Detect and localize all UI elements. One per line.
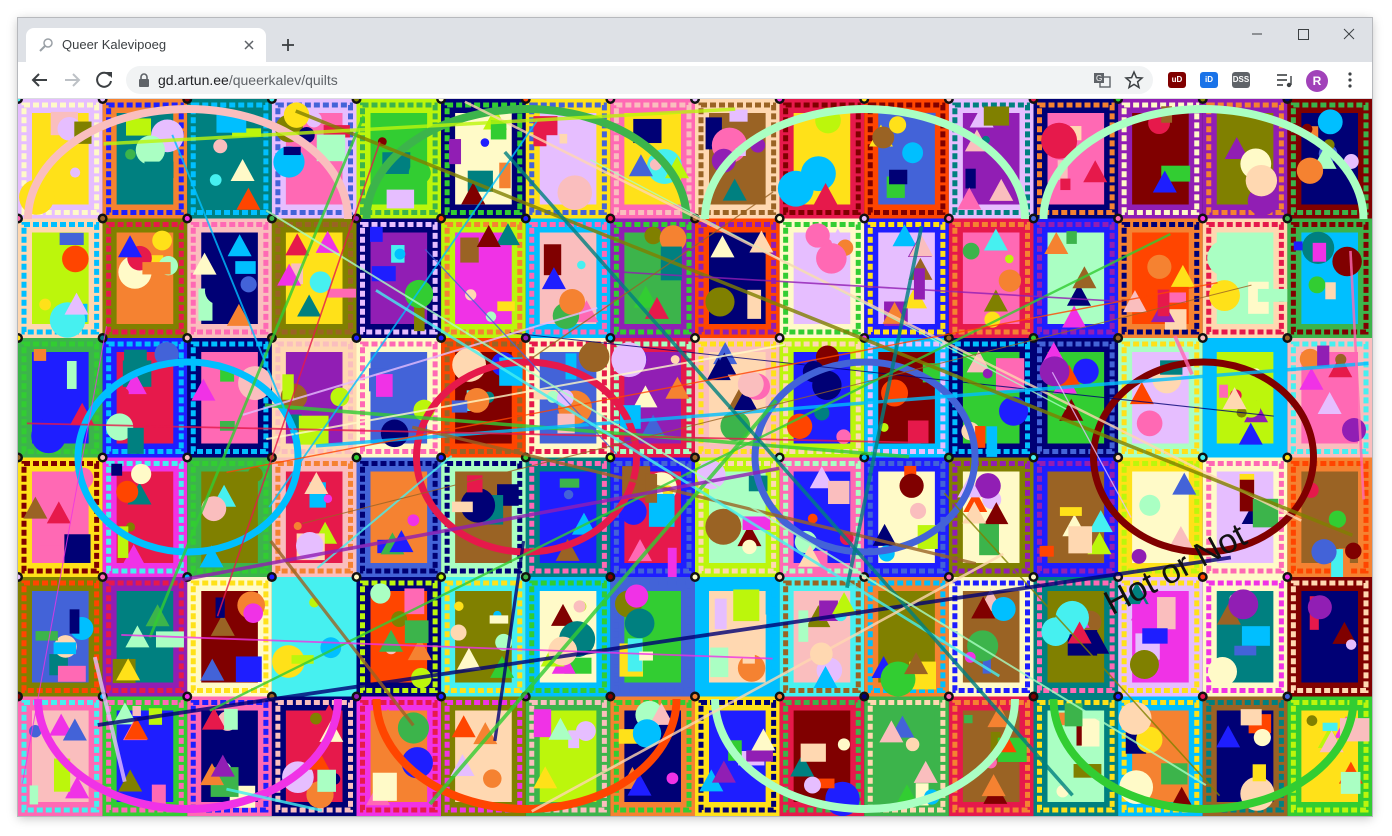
arrow-right-icon	[65, 73, 81, 87]
arrow-left-icon	[31, 73, 47, 87]
kebab-menu-icon	[1348, 72, 1352, 88]
svg-text:G: G	[1096, 74, 1102, 83]
media-queue-icon[interactable]	[1274, 70, 1294, 90]
browser-window: Queer Kalevipoeg gd.artun.ee/queerkalev/…	[18, 18, 1372, 816]
toolbar: gd.artun.ee/queerkalev/quilts G uD iD DSS …	[18, 62, 1372, 99]
reload-button[interactable]	[90, 66, 118, 94]
menu-button[interactable]	[1340, 70, 1360, 90]
url-text: gd.artun.ee/queerkalev/quilts	[158, 72, 338, 88]
minimize-icon	[1252, 33, 1262, 35]
ublock-icon[interactable]: uD	[1168, 70, 1188, 90]
reload-icon	[96, 71, 112, 88]
forward-button[interactable]	[58, 66, 86, 94]
url-path: /queerkalev/quilts	[228, 72, 338, 88]
back-button[interactable]	[26, 66, 54, 94]
translate-icon: G	[1094, 73, 1111, 88]
close-icon	[244, 40, 254, 50]
lock-icon	[139, 73, 149, 87]
tab-title: Queer Kalevipoeg	[62, 37, 167, 52]
close-icon	[1343, 28, 1355, 40]
magnifier-tool-icon	[39, 38, 53, 52]
tab-strip: Queer Kalevipoeg	[18, 18, 1372, 62]
new-tab-button[interactable]	[276, 33, 300, 57]
profile-avatar[interactable]: R	[1306, 70, 1328, 92]
dss-extension-icon[interactable]: DSS	[1232, 70, 1252, 90]
close-window-button[interactable]	[1326, 23, 1372, 45]
quilt-artwork[interactable]: Hot or Not	[18, 99, 1372, 816]
star-icon	[1124, 70, 1144, 90]
tab-queer-kalevipoeg[interactable]: Queer Kalevipoeg	[26, 28, 266, 62]
plus-icon	[282, 39, 294, 51]
bookmark-button[interactable]	[1124, 70, 1144, 90]
page-content: Hot or Not	[18, 99, 1372, 816]
url-host: gd.artun.ee	[158, 72, 229, 88]
translate-button[interactable]: G	[1092, 70, 1112, 90]
minimize-button[interactable]	[1234, 23, 1280, 45]
maximize-button[interactable]	[1280, 23, 1326, 45]
maximize-icon	[1298, 29, 1309, 40]
close-tab-button[interactable]	[240, 36, 258, 54]
address-bar[interactable]: gd.artun.ee/queerkalev/quilts G	[126, 66, 1153, 94]
id-extension-icon[interactable]: iD	[1200, 70, 1220, 90]
